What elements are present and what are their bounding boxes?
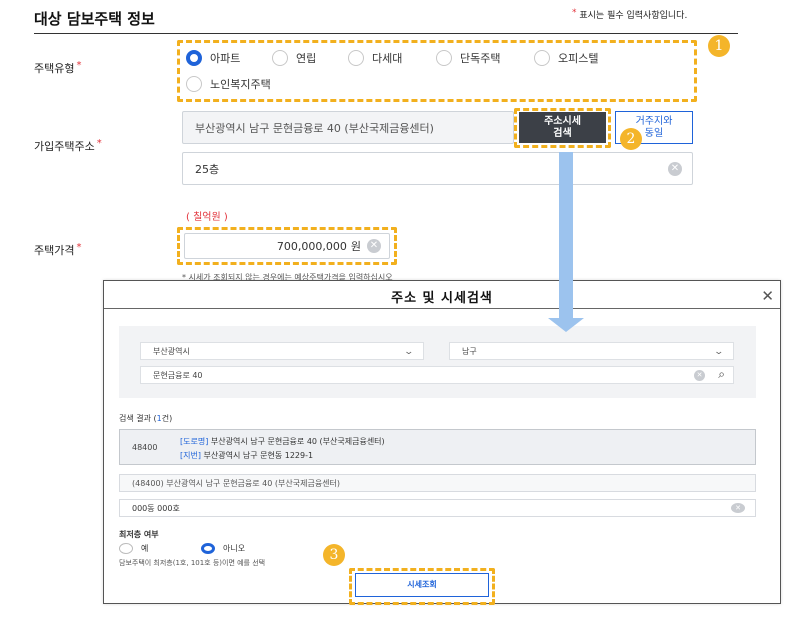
price-lookup-button[interactable]: 시세조회 bbox=[355, 573, 489, 597]
jibun-address: 부산광역시 남구 문현동 1229-1 bbox=[203, 451, 314, 460]
price-unit: 원 bbox=[350, 240, 361, 253]
radio-label: 오피스텔 bbox=[558, 52, 599, 65]
lowest-floor-no[interactable]: 아니오 bbox=[201, 543, 245, 554]
radio-button[interactable] bbox=[186, 50, 202, 66]
road-search-input[interactable]: 문현금융로 40 ✕ ⌕ bbox=[140, 366, 734, 384]
result-label: 검색 결과 bbox=[119, 414, 151, 423]
search-panel bbox=[119, 326, 756, 398]
clear-icon[interactable]: ✕ bbox=[694, 370, 705, 381]
required-note-text: 표시는 필수 입력사항입니다. bbox=[579, 11, 688, 21]
clear-icon[interactable]: ✕ bbox=[731, 503, 745, 513]
lowest-floor-label: 최저층 여부 bbox=[119, 530, 159, 539]
house-type-label: 주택유형 * bbox=[34, 60, 81, 76]
address-detail-value: 25층 bbox=[195, 162, 220, 176]
required-star: * bbox=[76, 242, 82, 253]
result-heading: 검색 결과 (1건) bbox=[119, 413, 172, 424]
radio-detached[interactable]: 단독주택 bbox=[436, 50, 500, 66]
address-detail-input[interactable]: 25층 ✕ bbox=[182, 152, 693, 185]
step-badge-3: 3 bbox=[323, 544, 345, 566]
radio-townhouse[interactable]: 연립 bbox=[272, 50, 316, 66]
flow-arrow-shaft bbox=[559, 152, 573, 320]
radio-officetel[interactable]: 오피스텔 bbox=[534, 50, 598, 66]
address-input[interactable]: 부산광역시 남구 문현금융로 40 (부산국제금융센터) bbox=[182, 111, 514, 144]
required-star: * bbox=[96, 138, 102, 149]
address-label: 가입주택주소 * bbox=[34, 138, 102, 154]
radio-button[interactable] bbox=[272, 50, 288, 66]
radio-label: 노인복지주택 bbox=[210, 78, 271, 91]
price-value: 700,000,000 bbox=[276, 239, 347, 253]
result-jibun-address: [지번] 부산광역시 남구 문현동 1229-1 bbox=[180, 450, 313, 461]
step-badge-1: 1 bbox=[708, 35, 730, 57]
radio-button[interactable] bbox=[201, 543, 215, 554]
chevron-down-icon: ⌄ bbox=[403, 347, 415, 357]
step-badge-2: 2 bbox=[620, 128, 642, 150]
price-label-text: 주택가격 bbox=[34, 244, 75, 257]
button-label-line2: 검색 bbox=[553, 127, 572, 139]
result-road-address: [도로명] 부산광역시 남구 문현금융로 40 (부산국제금융센터) bbox=[180, 436, 385, 447]
radio-button[interactable] bbox=[119, 543, 133, 554]
search-icon[interactable]: ⌕ bbox=[718, 367, 725, 382]
required-star: * bbox=[572, 8, 577, 18]
house-type-label-text: 주택유형 bbox=[34, 62, 75, 75]
road-tag: [도로명] bbox=[180, 437, 209, 446]
radio-senior-housing[interactable]: 노인복지주택 bbox=[186, 76, 271, 92]
price-input[interactable]: 700,000,000 원 ✕ bbox=[184, 233, 390, 259]
radio-button[interactable] bbox=[186, 76, 202, 92]
result-count-suffix: 건) bbox=[161, 414, 173, 423]
close-icon[interactable]: ✕ bbox=[761, 287, 774, 305]
price-label: 주택가격 * bbox=[34, 242, 81, 258]
radio-button[interactable] bbox=[436, 50, 452, 66]
lowest-floor-hint: 담보주택이 최저층(1호, 101호 등)이면 예를 선택 bbox=[119, 559, 266, 567]
result-zip: 48400 bbox=[132, 443, 158, 452]
chevron-down-icon: ⌄ bbox=[713, 347, 725, 357]
modal-title: 주소 및 시세검색 bbox=[391, 291, 493, 306]
selected-address-field: (48400) 부산광역시 남구 문현금융로 40 (부산국제금융센터) bbox=[119, 474, 756, 492]
clear-icon[interactable]: ✕ bbox=[367, 239, 381, 253]
radio-label: 연립 bbox=[296, 52, 317, 65]
button-label-line1: 거주지와 bbox=[635, 115, 673, 127]
required-star: * bbox=[76, 60, 82, 71]
sigungu-value: 남구 bbox=[462, 346, 477, 356]
radio-label: 단독주택 bbox=[460, 52, 501, 65]
radio-label: 아니오 bbox=[223, 544, 246, 553]
unit-value: 000동 000호 bbox=[132, 503, 180, 513]
radio-apartment[interactable]: 아파트 bbox=[186, 50, 240, 66]
road-query-value: 문현금융로 40 bbox=[153, 370, 203, 380]
unit-input[interactable]: 000동 000호 ✕ bbox=[119, 499, 756, 517]
clear-icon[interactable]: ✕ bbox=[668, 162, 682, 176]
radio-label: 아파트 bbox=[210, 52, 241, 65]
radio-label: 예 bbox=[141, 544, 149, 553]
road-address: 부산광역시 남구 문현금융로 40 (부산국제금융센터) bbox=[210, 437, 385, 446]
lowest-floor-yes[interactable]: 예 bbox=[119, 543, 148, 554]
address-search-modal: 주소 및 시세검색 ✕ 부산광역시 ⌄ 남구 ⌄ 문현금융로 40 ✕ ⌕ 검색… bbox=[103, 280, 781, 605]
required-note: * 표시는 필수 입력사항입니다. bbox=[572, 8, 687, 21]
result-row[interactable]: 48400 [도로명] 부산광역시 남구 문현금융로 40 (부산국제금융센터)… bbox=[119, 429, 756, 465]
jibun-tag: [지번] bbox=[180, 451, 201, 460]
section-title: 대상 담보주택 정보 bbox=[34, 10, 155, 28]
radio-label: 다세대 bbox=[372, 52, 403, 65]
modal-divider bbox=[104, 308, 780, 309]
button-label-line1: 주소시세 bbox=[544, 115, 581, 127]
address-price-search-button[interactable]: 주소시세 검색 bbox=[519, 112, 606, 143]
price-hangul: ( 칠억원 ) bbox=[186, 212, 228, 223]
address-label-text: 가입주택주소 bbox=[34, 140, 95, 153]
sigungu-select[interactable]: 남구 ⌄ bbox=[449, 342, 734, 360]
radio-button[interactable] bbox=[348, 50, 364, 66]
sido-select[interactable]: 부산광역시 ⌄ bbox=[140, 342, 424, 360]
radio-button[interactable] bbox=[534, 50, 550, 66]
header-divider bbox=[34, 33, 738, 34]
flow-arrow-head bbox=[548, 318, 584, 332]
radio-multiplex[interactable]: 다세대 bbox=[348, 50, 402, 66]
sido-value: 부산광역시 bbox=[153, 346, 190, 356]
